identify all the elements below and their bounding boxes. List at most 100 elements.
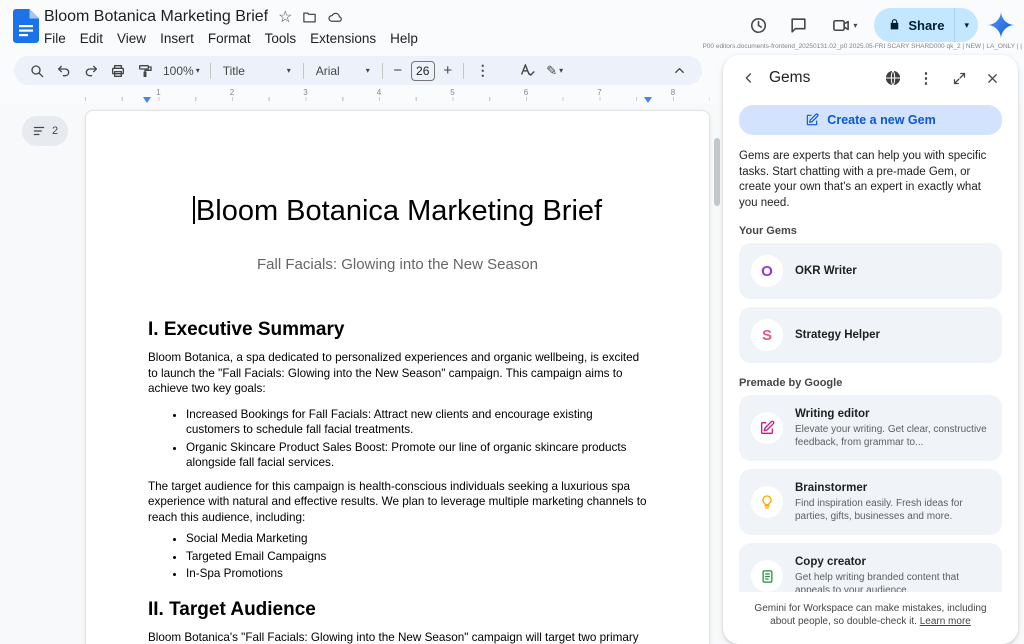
toolbar-divider xyxy=(303,63,304,79)
toolbar-divider xyxy=(463,63,464,79)
your-gems-label: Your Gems xyxy=(739,225,1002,237)
zoom-select[interactable]: 100%▾ xyxy=(159,59,204,83)
star-icon[interactable]: ☆ xyxy=(278,7,292,27)
top-right-actions: ▾ Share ▾ xyxy=(742,8,1016,42)
debug-text: P00 editors.documents-frontend_20250131.… xyxy=(702,43,1022,50)
paragraph[interactable]: The target audience for this campaign is… xyxy=(148,479,647,526)
okr-writer-icon: O xyxy=(751,255,783,287)
paragraph-style-select[interactable]: Title▾ xyxy=(217,59,297,83)
expand-panel-icon[interactable] xyxy=(949,68,969,88)
ruler-number: 4 xyxy=(377,88,381,97)
menu-file[interactable]: File xyxy=(37,30,73,47)
menu-extensions[interactable]: Extensions xyxy=(303,30,383,47)
document-name[interactable]: Bloom Botanica Marketing Brief xyxy=(44,8,268,26)
ruler-number: 8 xyxy=(671,88,675,97)
share-label: Share xyxy=(908,18,944,33)
strategy-helper-icon: S xyxy=(751,319,783,351)
menu-tools[interactable]: Tools xyxy=(258,30,304,47)
heading-executive-summary[interactable]: I. Executive Summary xyxy=(148,318,647,342)
heading-target-audience[interactable]: II. Target Audience xyxy=(148,598,647,622)
document-page[interactable]: Bloom Botanica Marketing Brief Fall Faci… xyxy=(85,110,710,644)
learn-more-link[interactable]: Learn more xyxy=(920,616,971,627)
font-select[interactable]: Arial▾ xyxy=(310,59,376,83)
gem-strategy-helper[interactable]: S Strategy Helper xyxy=(739,307,1002,363)
bullet-list: Social Media Marketing Targeted Email Ca… xyxy=(148,531,647,582)
gems-panel-header: Gems ⋮ xyxy=(723,55,1018,97)
right-indent-marker[interactable] xyxy=(644,97,652,103)
print-icon[interactable] xyxy=(105,59,131,83)
doc-subtitle[interactable]: Fall Facials: Glowing into the New Seaso… xyxy=(148,255,647,274)
formatting-toolbar: 100%▾ Title▾ Arial▾ − 26 + ⋮ ✎▾ xyxy=(14,56,702,85)
move-folder-icon[interactable] xyxy=(302,10,317,25)
pen-square-icon xyxy=(751,412,783,444)
menu-insert[interactable]: Insert xyxy=(153,30,201,47)
gem-writing-editor[interactable]: Writing editor Elevate your writing. Get… xyxy=(739,395,1002,461)
ruler-number: 7 xyxy=(597,88,601,97)
document-icon xyxy=(751,560,783,592)
bullet-item[interactable]: In-Spa Promotions xyxy=(186,566,647,582)
hide-menus-icon[interactable] xyxy=(666,59,692,83)
bullet-item[interactable]: Social Media Marketing xyxy=(186,531,647,547)
vertical-scrollbar[interactable] xyxy=(714,138,720,206)
toolbar-divider xyxy=(210,63,211,79)
ruler-number: 3 xyxy=(303,88,307,97)
increase-font-size-button[interactable]: + xyxy=(439,59,457,83)
ruler-number: 2 xyxy=(230,88,234,97)
create-gem-label: Create a new Gem xyxy=(827,113,935,127)
horizontal-ruler[interactable]: 1 2 3 4 5 6 7 8 xyxy=(85,88,710,103)
chevron-down-icon: ▾ xyxy=(366,66,370,75)
gemini-disclaimer: Gemini for Workspace can make mistakes, … xyxy=(723,592,1018,644)
premade-by-google-label: Premade by Google xyxy=(739,377,1002,389)
search-menus-icon[interactable] xyxy=(24,59,50,83)
gem-okr-writer[interactable]: O OKR Writer xyxy=(739,243,1002,299)
paragraph[interactable]: Bloom Botanica, a spa dedicated to perso… xyxy=(148,350,647,397)
doc-title-heading[interactable]: Bloom Botanica Marketing Brief xyxy=(148,193,647,229)
more-tools-icon[interactable]: ⋮ xyxy=(470,59,496,83)
share-button[interactable]: Share ▾ xyxy=(874,8,978,42)
bullet-item[interactable]: Targeted Email Campaigns xyxy=(186,549,647,565)
outline-list-icon xyxy=(32,124,46,138)
gems-description: Gems are experts that can help you with … xyxy=(739,149,1002,211)
left-indent-marker[interactable] xyxy=(143,97,151,103)
gem-brainstormer[interactable]: Brainstormer Find inspiration easily. Fr… xyxy=(739,469,1002,535)
menu-view[interactable]: View xyxy=(110,30,153,47)
version-history-icon[interactable] xyxy=(742,9,774,41)
ruler-number: 1 xyxy=(156,88,160,97)
comments-icon[interactable] xyxy=(782,9,814,41)
menu-edit[interactable]: Edit xyxy=(73,30,110,47)
cloud-status-icon[interactable] xyxy=(327,10,343,25)
chevron-down-icon: ▾ xyxy=(287,66,291,75)
gemini-icon[interactable] xyxy=(986,10,1016,40)
docs-logo-icon[interactable] xyxy=(13,9,39,48)
paint-format-icon[interactable] xyxy=(132,59,158,83)
bullet-item[interactable]: Organic Skincare Product Sales Boost: Pr… xyxy=(186,440,647,471)
more-options-icon[interactable]: ⋮ xyxy=(916,68,936,88)
chevron-down-icon: ▾ xyxy=(853,21,857,30)
gems-panel-title: Gems xyxy=(769,69,873,87)
outline-toggle-button[interactable]: 2 xyxy=(22,116,68,146)
bullet-item[interactable]: Increased Bookings for Fall Facials: Att… xyxy=(186,407,647,438)
back-icon[interactable] xyxy=(739,68,759,88)
globe-icon[interactable] xyxy=(883,68,903,88)
create-gem-button[interactable]: Create a new Gem xyxy=(739,105,1002,135)
chevron-down-icon: ▾ xyxy=(196,66,200,75)
gems-side-panel: Gems ⋮ Create a new Gem xyxy=(723,55,1018,644)
meet-video-icon[interactable]: ▾ xyxy=(822,9,866,41)
share-dropdown-icon[interactable]: ▾ xyxy=(955,20,978,31)
chevron-down-icon: ▾ xyxy=(559,66,563,75)
paragraph[interactable]: Bloom Botanica's "Fall Facials: Glowing … xyxy=(148,630,647,644)
gem-copy-creator[interactable]: Copy creator Get help writing branded co… xyxy=(739,543,1002,592)
gems-panel-content: Gems ⋮ Create a new Gem xyxy=(723,55,1018,592)
font-size-input[interactable]: 26 xyxy=(411,61,435,81)
lock-icon xyxy=(888,17,901,34)
decrease-font-size-button[interactable]: − xyxy=(389,59,407,83)
ruler-number: 6 xyxy=(524,88,528,97)
redo-icon[interactable] xyxy=(78,59,104,83)
pen-tool-icon[interactable]: ✎▾ xyxy=(542,59,568,83)
undo-icon[interactable] xyxy=(51,59,77,83)
spellcheck-icon[interactable] xyxy=(515,59,541,83)
top-bar: Bloom Botanica Marketing Brief ☆ File Ed… xyxy=(0,0,1024,52)
close-icon[interactable] xyxy=(982,68,1002,88)
menu-format[interactable]: Format xyxy=(201,30,258,47)
menu-help[interactable]: Help xyxy=(383,30,425,47)
